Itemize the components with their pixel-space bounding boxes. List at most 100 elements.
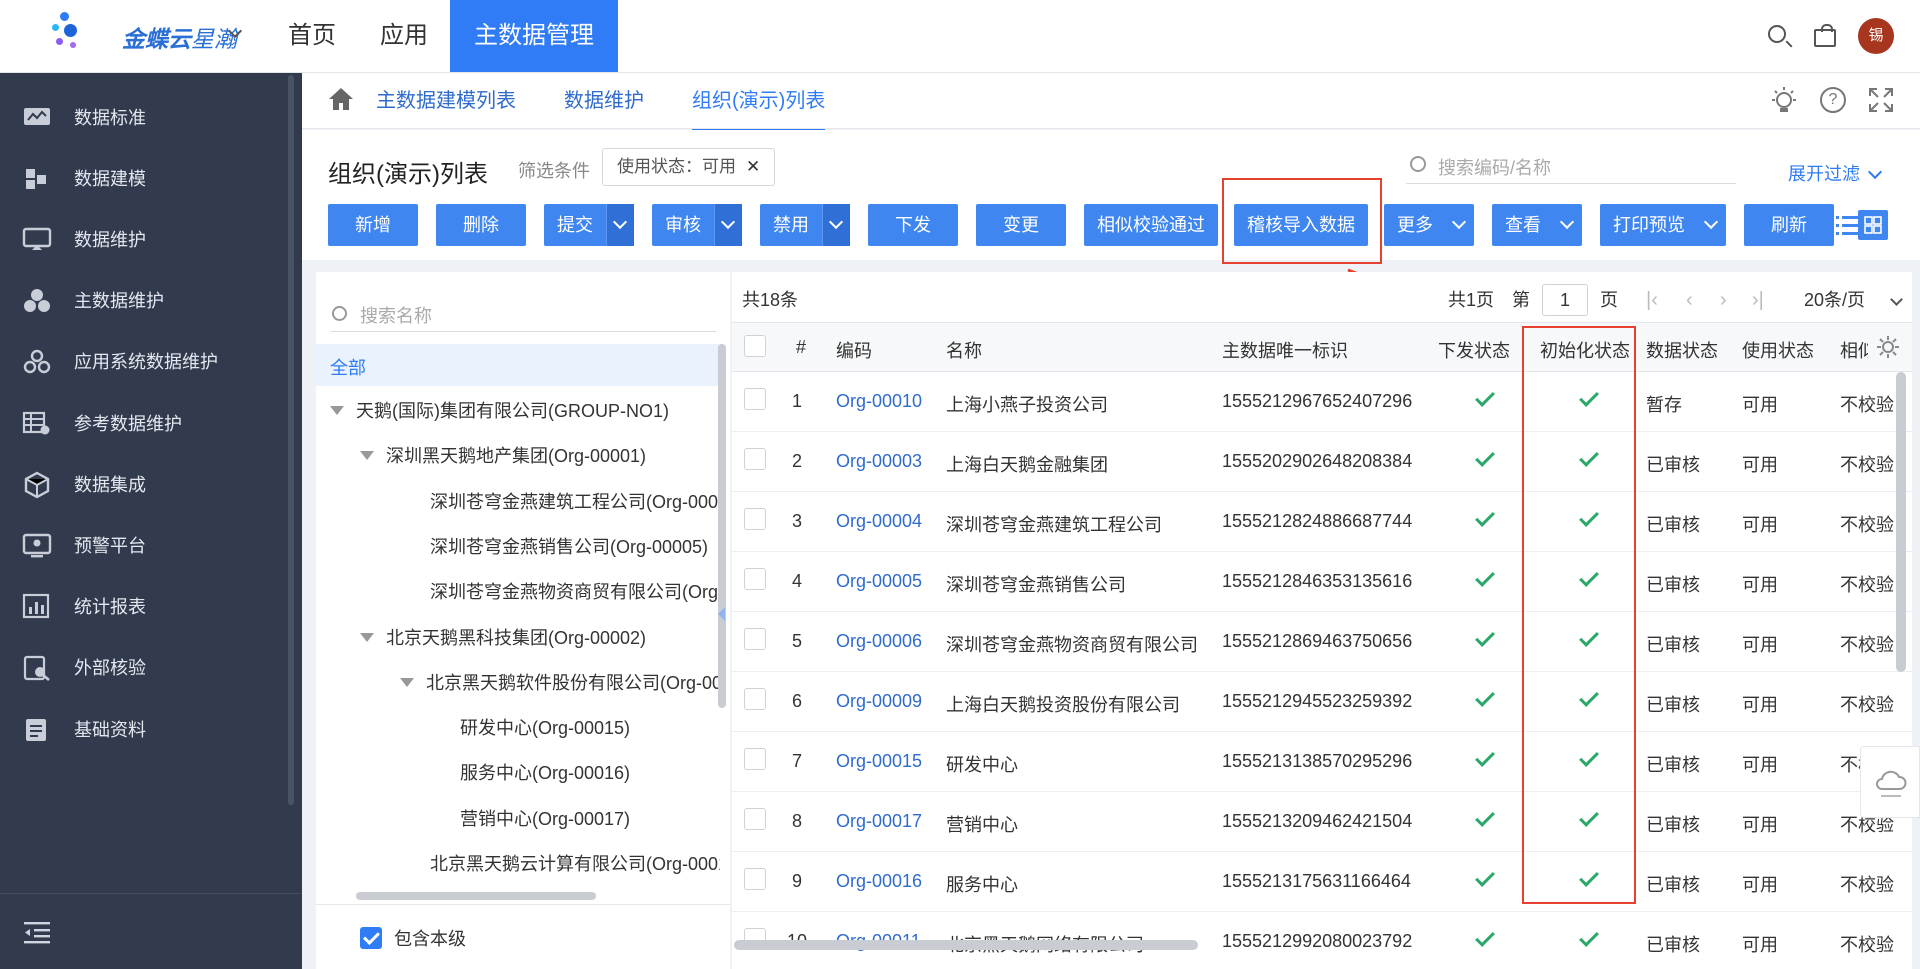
toolbar-button[interactable]: 变更 <box>976 204 1066 246</box>
caret-down-icon[interactable] <box>360 632 374 642</box>
tree-node[interactable]: 北京黑天鹅软件股份有限公司(Org-00011) <box>400 669 720 697</box>
toolbar-button[interactable]: 审核 <box>652 204 742 246</box>
avatar[interactable]: 锡 <box>1858 18 1894 54</box>
tree-node[interactable]: 北京黑天鹅云计算有限公司(Org-00012) <box>430 850 720 878</box>
tree-node[interactable]: 天鹅(国际)集团有限公司(GROUP-NO1) <box>330 397 669 425</box>
table-row[interactable]: 2 Org-00003 上海白天鹅金融集团 1555202902648208384 已审… <box>732 432 1912 492</box>
column-header[interactable]: 主数据唯一标识 <box>1222 337 1348 363</box>
row-checkbox[interactable] <box>744 388 766 410</box>
close-icon[interactable]: ✕ <box>746 157 760 176</box>
row-checkbox[interactable] <box>744 808 766 830</box>
tree-node[interactable]: 研发中心(Org-00015) <box>460 714 630 742</box>
home-icon[interactable] <box>328 87 354 111</box>
nav-home[interactable]: 首页 <box>266 0 358 72</box>
toolbar-button[interactable]: 相似校验通过 <box>1084 204 1218 246</box>
toolbar-button[interactable]: 打印预览 <box>1600 204 1726 246</box>
row-code-link[interactable]: Org-00005 <box>836 571 922 592</box>
tab-modeling-list[interactable]: 主数据建模列表 <box>376 73 516 129</box>
page-size-select[interactable]: 20条/页 <box>1804 282 1865 318</box>
page-number-input[interactable]: 1 <box>1542 284 1588 316</box>
row-code-link[interactable]: Org-00004 <box>836 511 922 532</box>
row-checkbox[interactable] <box>744 568 766 590</box>
nav-master-data[interactable]: 主数据管理 <box>450 0 618 72</box>
row-code-link[interactable]: Org-00003 <box>836 451 922 472</box>
sidebar-item[interactable]: 基础资料 <box>0 691 288 766</box>
gear-icon[interactable] <box>1876 335 1900 359</box>
row-checkbox[interactable] <box>744 868 766 890</box>
toolbar-button[interactable]: 删除 <box>436 204 526 246</box>
tab-data-maintenance[interactable]: 数据维护 <box>564 73 644 129</box>
shopping-bag-icon[interactable] <box>1812 23 1838 49</box>
row-code-link[interactable]: Org-00017 <box>836 811 922 832</box>
column-header[interactable]: 编码 <box>836 337 872 363</box>
column-header[interactable]: 使用状态 <box>1742 337 1814 363</box>
row-code-link[interactable]: Org-00006 <box>836 631 922 652</box>
chevron-down-icon[interactable] <box>1446 204 1474 246</box>
toolbar-button[interactable]: 新增 <box>328 204 418 246</box>
tree-horizontal-scrollbar[interactable] <box>356 892 596 900</box>
chevron-down-icon[interactable] <box>606 204 634 246</box>
prev-page-icon[interactable]: ‹ <box>1686 282 1693 318</box>
chevron-down-icon[interactable] <box>1890 293 1903 306</box>
row-code-link[interactable]: Org-00009 <box>836 691 922 712</box>
toolbar-button[interactable]: 下发 <box>868 204 958 246</box>
table-row[interactable]: 8 Org-00017 营销中心 1555213209462421504 已审核 可用 不校… <box>732 792 1912 852</box>
brand-logo[interactable]: 金蝶云星瀚 <box>52 12 252 60</box>
collapse-menu-icon[interactable] <box>24 920 52 944</box>
tree-node[interactable]: 服务中心(Org-00016) <box>460 759 630 787</box>
table-scrollbar[interactable] <box>1896 372 1906 672</box>
caret-down-icon[interactable] <box>360 451 374 461</box>
row-checkbox[interactable] <box>744 448 766 470</box>
expand-filter-link[interactable]: 展开过滤 <box>1788 160 1880 186</box>
lightbulb-icon[interactable] <box>1770 87 1798 115</box>
chevron-down-icon[interactable] <box>1698 204 1726 246</box>
toolbar-button[interactable]: 刷新 <box>1744 204 1834 246</box>
include-self-checkbox[interactable] <box>360 927 382 949</box>
column-header[interactable]: 相似 <box>1840 337 1868 363</box>
caret-down-icon[interactable] <box>330 406 344 415</box>
table-row[interactable]: 9 Org-00016 服务中心 1555213175631166464 已审核 可用 不校… <box>732 852 1912 912</box>
tree-item-all[interactable]: 全部 <box>316 344 722 386</box>
chevron-down-icon[interactable] <box>1554 204 1582 246</box>
nav-apps[interactable]: 应用 <box>358 0 450 72</box>
search-icon[interactable] <box>1766 23 1792 49</box>
tree-node[interactable]: 北京天鹅黑科技集团(Org-00002) <box>360 624 646 652</box>
column-header[interactable]: 下发状态 <box>1438 337 1510 363</box>
table-row[interactable]: 5 Org-00006 深圳苍穹金燕物资商贸有限公司 1555212869463750… <box>732 612 1912 672</box>
filter-chip[interactable]: 使用状态：可用 ✕ <box>602 148 776 186</box>
chevron-down-icon[interactable] <box>822 204 850 246</box>
tree-scrollbar[interactable] <box>718 344 726 708</box>
toolbar-button[interactable]: 提交 <box>544 204 634 246</box>
sidebar-scrollbar[interactable] <box>288 75 294 805</box>
tree-node[interactable]: 深圳苍穹金燕销售公司(Org-00005) <box>430 533 708 561</box>
row-checkbox[interactable] <box>744 688 766 710</box>
toolbar-button[interactable]: 更多 <box>1384 204 1474 246</box>
select-all-checkbox[interactable] <box>744 335 766 357</box>
help-icon[interactable]: ? <box>1820 87 1846 113</box>
tree-node[interactable]: 深圳苍穹金燕物资商贸有限公司(Org-00006) <box>430 578 720 606</box>
toolbar-button[interactable]: 查看 <box>1492 204 1582 246</box>
column-header[interactable]: 数据状态 <box>1646 337 1718 363</box>
fullscreen-icon[interactable] <box>1868 87 1894 113</box>
row-checkbox[interactable] <box>744 628 766 650</box>
last-page-icon[interactable]: ›| <box>1752 282 1764 318</box>
table-horizontal-scrollbar[interactable] <box>734 940 1198 950</box>
first-page-icon[interactable]: |‹ <box>1646 282 1658 318</box>
row-code-link[interactable]: Org-00016 <box>836 871 922 892</box>
tree-node[interactable]: 深圳苍穹金燕建筑工程公司(Org-00004) <box>430 488 720 516</box>
row-checkbox[interactable] <box>744 748 766 770</box>
column-header[interactable]: # <box>796 337 806 358</box>
search-input[interactable]: 搜索编码/名称 <box>1406 146 1736 184</box>
table-row[interactable]: 3 Org-00004 深圳苍穹金燕建筑工程公司 155521282488668774… <box>732 492 1912 552</box>
cloud-float-button[interactable] <box>1860 746 1920 818</box>
toolbar-button[interactable]: 禁用 <box>760 204 850 246</box>
tree-node[interactable]: 深圳黑天鹅地产集团(Org-00001) <box>360 442 646 470</box>
column-header[interactable]: 名称 <box>946 337 982 363</box>
row-checkbox[interactable] <box>744 508 766 530</box>
chevron-down-icon[interactable] <box>714 204 742 246</box>
table-row[interactable]: 7Org-00015研发中心1555213138570295296已审核可用不校… <box>732 732 1912 792</box>
grid-view-icon[interactable] <box>1858 210 1888 240</box>
table-row[interactable]: 4 Org-00005 深圳苍穹金燕销售公司 1555212846353135616 已… <box>732 552 1912 612</box>
next-page-icon[interactable]: › <box>1720 282 1727 318</box>
table-row[interactable]: 6 Org-00009 上海白天鹅投资股份有限公司 15552129455232593… <box>732 672 1912 732</box>
